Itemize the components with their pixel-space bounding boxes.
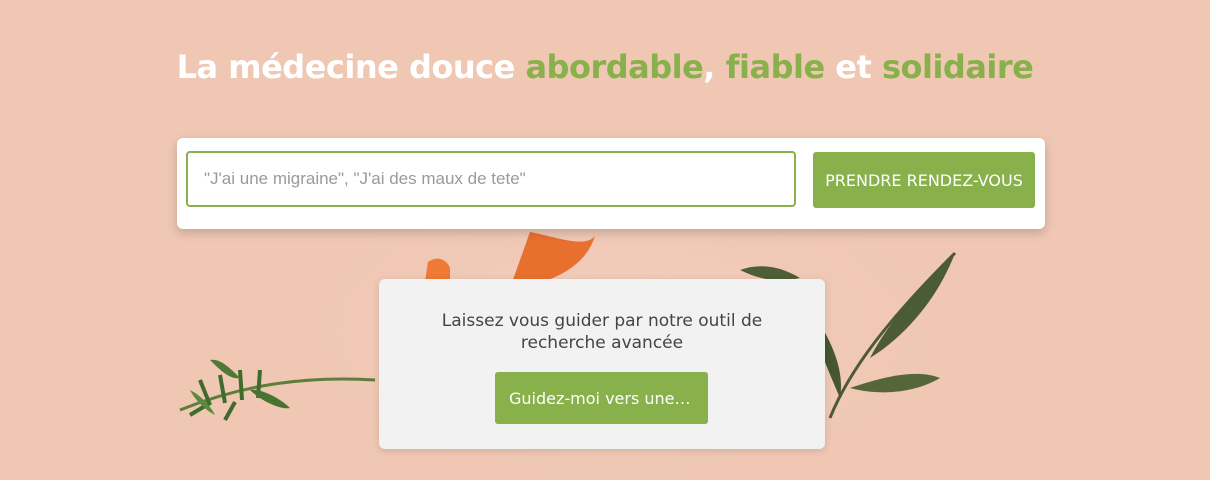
book-appointment-button[interactable]: PRENDRE RENDEZ-VOUS bbox=[813, 152, 1035, 208]
headline-keyword-solidary: solidaire bbox=[881, 48, 1034, 86]
guide-card: Laissez vous guider par notre outil de r… bbox=[379, 279, 825, 449]
symptom-search-input[interactable] bbox=[186, 151, 796, 207]
headline-keyword-affordable: abordable bbox=[525, 48, 704, 86]
headline-separator-1: , bbox=[703, 48, 726, 86]
headline-text-start: La médecine douce bbox=[176, 48, 526, 86]
guide-me-button[interactable]: Guidez-moi vers une pratique bbox=[495, 372, 708, 424]
headline-separator-2: et bbox=[824, 48, 882, 86]
herb-sprig-illustration bbox=[179, 359, 376, 421]
hero-headline: La médecine douce abordable, fiable et s… bbox=[0, 48, 1210, 86]
search-card: PRENDRE RENDEZ-VOUS bbox=[177, 138, 1045, 229]
headline-keyword-reliable: fiable bbox=[725, 48, 826, 86]
guide-description: Laissez vous guider par notre outil de r… bbox=[441, 311, 763, 353]
